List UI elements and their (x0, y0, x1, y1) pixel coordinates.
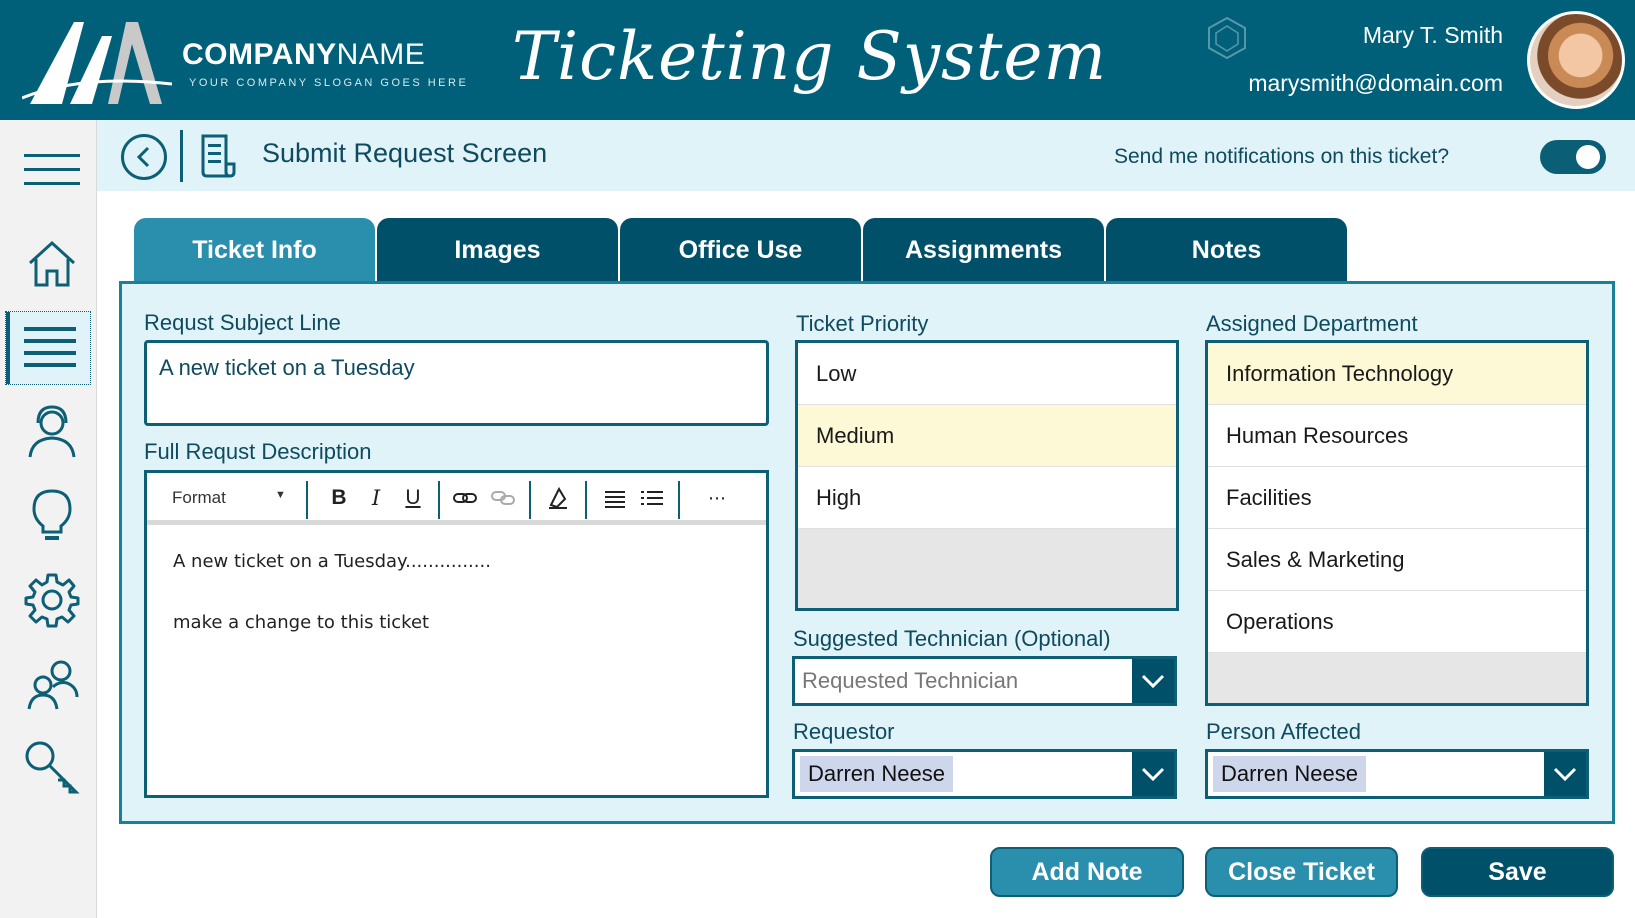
requestor-value: Darren Neese (800, 756, 953, 792)
technician-label: Suggested Technician (Optional) (793, 626, 1111, 651)
chevron-down-icon (1141, 767, 1165, 782)
user-email: marysmith@domain.com (1248, 70, 1503, 96)
toolbar-divider (678, 481, 680, 519)
screen-title: Submit Request Screen (262, 138, 548, 168)
priority-option-selected[interactable]: Medium (798, 405, 1176, 467)
decorative-hexagon-icon (1208, 16, 1246, 60)
sidebar-item-ideas[interactable] (16, 480, 88, 552)
more-options-icon[interactable]: ⋯ (704, 485, 730, 511)
toolbar-divider (306, 481, 308, 519)
chevron-left-icon (136, 146, 150, 168)
clear-format-icon[interactable] (545, 485, 571, 511)
sidebar-item-settings[interactable] (16, 564, 88, 636)
subject-value: A new ticket on a Tuesday (159, 355, 415, 380)
tab-assignments[interactable]: Assignments (863, 218, 1104, 282)
company-name: COMPANYNAME (182, 38, 426, 71)
toolbar-divider (529, 481, 531, 519)
link-icon[interactable] (452, 485, 478, 511)
user-name: Mary T. Smith (1362, 22, 1503, 48)
company-logo-icon (22, 22, 172, 104)
editor-line: make a change to this ticket (173, 612, 430, 633)
subject-input[interactable]: A new ticket on a Tuesday (144, 340, 769, 426)
notify-label: Send me notifications on this ticket? (1113, 145, 1449, 168)
app-root: COMPANYNAME YOUR COMPANY SLOGAN GOES HER… (0, 0, 1635, 918)
department-option[interactable]: Human Resources (1208, 405, 1586, 467)
affected-dropdown[interactable]: Darren Neese (1205, 749, 1589, 799)
subheader-bar: Submit Request Screen Send me notificati… (97, 120, 1635, 191)
technician-dropdown[interactable]: Requested Technician (792, 656, 1177, 706)
sidebar-item-users[interactable] (16, 648, 88, 720)
editor-content[interactable]: A new ticket on a Tuesday...............… (173, 551, 743, 673)
bullet-list-icon[interactable] (602, 485, 628, 511)
chevron-down-icon (1553, 767, 1577, 782)
close-ticket-button[interactable]: Close Ticket (1205, 847, 1398, 897)
sidebar (0, 120, 97, 918)
description-editor[interactable]: Format ▼ B I U ⋯ A new ticket on a Tuesd… (144, 470, 769, 798)
menu-icon (24, 154, 80, 185)
department-option-selected[interactable]: Information Technology (1208, 343, 1586, 405)
menu-button[interactable] (16, 134, 88, 206)
gear-icon (24, 573, 80, 628)
department-option[interactable]: Facilities (1208, 467, 1586, 529)
department-label: Assigned Department (1206, 311, 1418, 336)
technician-placeholder: Requested Technician (802, 668, 1019, 693)
key-icon (25, 741, 80, 794)
affected-label: Person Affected (1206, 719, 1361, 744)
unlink-icon[interactable] (490, 485, 516, 511)
lightbulb-icon (32, 489, 72, 540)
save-button[interactable]: Save (1421, 847, 1614, 897)
subheader-divider (180, 130, 183, 182)
bold-button[interactable]: B (326, 485, 352, 511)
toggle-knob (1576, 145, 1600, 169)
tab-ticket-info[interactable]: Ticket Info (134, 218, 375, 282)
support-agent-icon (28, 405, 76, 458)
subject-label: Requst Subject Line (144, 310, 341, 335)
sidebar-item-tickets[interactable] (5, 311, 91, 385)
sidebar-item-home[interactable] (16, 228, 88, 300)
numbered-list-icon[interactable] (639, 485, 665, 511)
italic-button[interactable]: I (363, 485, 389, 511)
editor-toolbar: Format ▼ B I U ⋯ (147, 473, 766, 525)
tab-office-use[interactable]: Office Use (620, 218, 861, 282)
requestor-label: Requestor (793, 719, 895, 744)
priority-listbox[interactable]: Low Medium High (795, 340, 1179, 611)
chevron-down-icon: ▼ (275, 489, 286, 501)
dropdown-toggle[interactable] (1132, 659, 1174, 703)
affected-value: Darren Neese (1213, 756, 1366, 792)
add-note-button[interactable]: Add Note (990, 847, 1184, 897)
department-listbox[interactable]: Information Technology Human Resources F… (1205, 340, 1589, 706)
format-dropdown[interactable]: Format (172, 488, 226, 508)
list-icon (24, 327, 76, 367)
tab-notes[interactable]: Notes (1106, 218, 1347, 282)
priority-option[interactable]: High (798, 467, 1176, 529)
priority-option[interactable]: Low (798, 343, 1176, 405)
dropdown-toggle[interactable] (1544, 752, 1586, 796)
toolbar-divider (438, 481, 440, 519)
description-label: Full Requst Description (144, 439, 372, 464)
toolbar-divider (585, 481, 587, 519)
priority-label: Ticket Priority (796, 311, 929, 336)
home-icon (28, 240, 76, 287)
back-button[interactable] (121, 134, 167, 180)
company-slogan: YOUR COMPANY SLOGAN GOES HERE (189, 77, 469, 89)
department-option[interactable]: Sales & Marketing (1208, 529, 1586, 591)
document-icon (201, 134, 236, 178)
users-icon (27, 660, 79, 710)
user-avatar[interactable] (1527, 11, 1625, 109)
app-title: Ticketing System (512, 18, 1108, 95)
tab-images[interactable]: Images (377, 218, 618, 282)
department-option[interactable]: Operations (1208, 591, 1586, 653)
chevron-down-icon (1141, 674, 1165, 689)
sidebar-item-support[interactable] (16, 396, 88, 468)
dropdown-toggle[interactable] (1132, 752, 1174, 796)
editor-line: A new ticket on a Tuesday............... (173, 551, 491, 572)
notify-toggle[interactable] (1540, 140, 1606, 174)
app-header: COMPANYNAME YOUR COMPANY SLOGAN GOES HER… (0, 0, 1635, 120)
underline-button[interactable]: U (400, 485, 426, 511)
sidebar-item-access[interactable] (16, 732, 88, 804)
requestor-dropdown[interactable]: Darren Neese (792, 749, 1177, 799)
